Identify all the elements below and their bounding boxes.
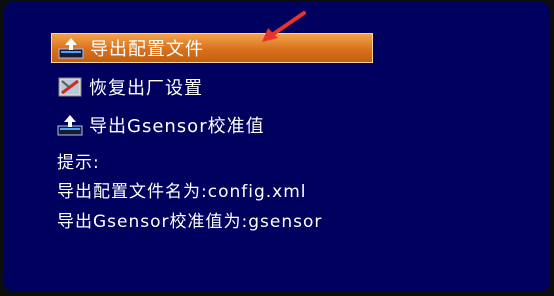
tips-heading: 提示: <box>57 153 100 173</box>
menu-item-export-gsensor[interactable]: 导出Gsensor校准值 <box>51 110 265 140</box>
menu-screen: 导出配置文件 恢复出厂设置 导出Gsensor校准值 提示: 导出配置文件名为:… <box>4 2 550 292</box>
menu-item-label: 导出Gsensor校准值 <box>89 116 265 137</box>
export-icon <box>57 115 83 136</box>
tip-line-gsensor: 导出Gsensor校准值为:gsensor <box>57 212 323 232</box>
pointer-arrow-icon <box>262 11 306 42</box>
menu-item-label: 恢复出厂设置 <box>89 78 203 99</box>
menu-item-factory-reset[interactable]: 恢复出厂设置 <box>51 72 203 102</box>
reset-icon <box>58 77 82 97</box>
tip-line-config: 导出配置文件名为:config.xml <box>57 182 307 202</box>
menu-item-label: 导出配置文件 <box>90 39 204 60</box>
export-icon <box>58 38 84 59</box>
menu-item-export-config[interactable]: 导出配置文件 <box>51 33 373 63</box>
